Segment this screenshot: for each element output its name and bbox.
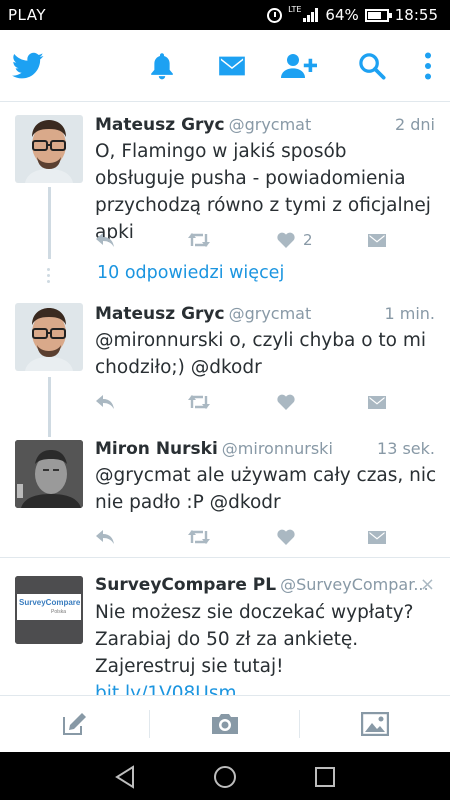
network-type: LTE [288, 4, 302, 14]
signal-icon [303, 8, 319, 22]
tweet-actions [95, 390, 395, 414]
advertiser-logo: SurveyCompare [19, 598, 81, 607]
envelope-icon[interactable] [214, 48, 250, 84]
thread-gap-dots [46, 268, 52, 288]
status-right: LTE 64% 18:55 [267, 4, 438, 24]
twitter-bird-icon[interactable] [10, 48, 46, 84]
camera-icon[interactable] [209, 708, 241, 740]
author-name[interactable]: Miron Nurski [95, 439, 218, 459]
home-icon[interactable] [212, 764, 238, 790]
direct-message-icon[interactable] [368, 228, 386, 252]
heart-icon [277, 232, 295, 248]
gallery-icon[interactable] [359, 708, 391, 740]
avatar[interactable] [15, 440, 83, 508]
android-nav-bar [0, 752, 450, 800]
author-handle[interactable]: @grycmat [229, 115, 312, 134]
author-name[interactable]: Mateusz Gryc [95, 304, 225, 324]
compose-tweet-icon[interactable] [59, 708, 91, 740]
compose-bar [0, 695, 450, 752]
tweet-time: 13 sek. [377, 439, 435, 458]
battery-icon [364, 8, 392, 22]
author-name[interactable]: SurveyCompare PL [95, 575, 276, 595]
author-handle[interactable]: @grycmat [229, 304, 312, 323]
clock: 18:55 [394, 6, 438, 24]
add-user-icon[interactable] [281, 48, 317, 84]
tweet-time: 2 dni [394, 115, 435, 134]
author-handle[interactable]: @mironnurski [222, 439, 333, 458]
like-button[interactable]: 2 [277, 228, 313, 252]
tweet-header: Miron Nurski @mironnurski 13 sek. [95, 439, 435, 459]
tweet-text: Nie możesz sie doczekać wypłaty? Zarabia… [95, 599, 430, 707]
avatar[interactable]: SurveyCompare Polska [15, 576, 83, 644]
divider [0, 557, 450, 558]
divider [149, 710, 150, 738]
direct-message-icon[interactable] [368, 525, 386, 549]
close-icon[interactable]: × [420, 574, 435, 595]
battery-percent: 64% [325, 6, 359, 24]
overflow-menu-icon[interactable] [410, 48, 446, 84]
tweet-text: @grycmat ale używam cały czas, nic nie p… [95, 465, 437, 513]
heart-icon[interactable] [277, 525, 295, 549]
bell-icon[interactable] [144, 48, 180, 84]
advertiser-logo-sub: Polska [51, 609, 67, 615]
like-count: 2 [303, 231, 313, 249]
tweet-text: @mironnurski o, czyli chyba o to mi chod… [95, 330, 427, 378]
tweet-actions: 2 [95, 228, 395, 252]
top-nav [0, 30, 450, 102]
avatar[interactable] [15, 115, 83, 183]
carrier-label: PLAY [8, 6, 47, 24]
thread-line [48, 187, 51, 259]
status-bar: PLAY LTE 64% 18:55 [0, 0, 450, 30]
tweet-header: Mateusz Gryc @grycmat 2 dni [95, 115, 435, 135]
alarm-icon [267, 7, 283, 23]
recents-icon[interactable] [312, 764, 338, 790]
heart-icon[interactable] [277, 390, 295, 414]
tweet-time: 1 min. [384, 304, 435, 323]
author-name[interactable]: Mateusz Gryc [95, 115, 225, 135]
retweet-icon[interactable] [187, 228, 211, 252]
retweet-icon[interactable] [187, 390, 211, 414]
back-icon[interactable] [112, 764, 138, 790]
divider [299, 710, 300, 738]
reply-icon[interactable] [95, 390, 115, 414]
more-replies-link[interactable]: 10 odpowiedzi więcej [97, 263, 284, 283]
thread-line [48, 377, 51, 437]
author-handle[interactable]: @SurveyCompar... [280, 575, 429, 594]
promo-text: Nie możesz sie doczekać wypłaty? Zarabia… [95, 602, 414, 677]
reply-icon[interactable] [95, 525, 115, 549]
retweet-icon[interactable] [187, 525, 211, 549]
tweet-header: Mateusz Gryc @grycmat 1 min. [95, 304, 435, 324]
tweet-actions [95, 525, 395, 549]
search-icon[interactable] [354, 48, 390, 84]
tweet-header: SurveyCompare PL @SurveyCompar... [95, 575, 429, 595]
avatar[interactable] [15, 303, 83, 371]
direct-message-icon[interactable] [368, 390, 386, 414]
reply-icon[interactable] [95, 228, 115, 252]
